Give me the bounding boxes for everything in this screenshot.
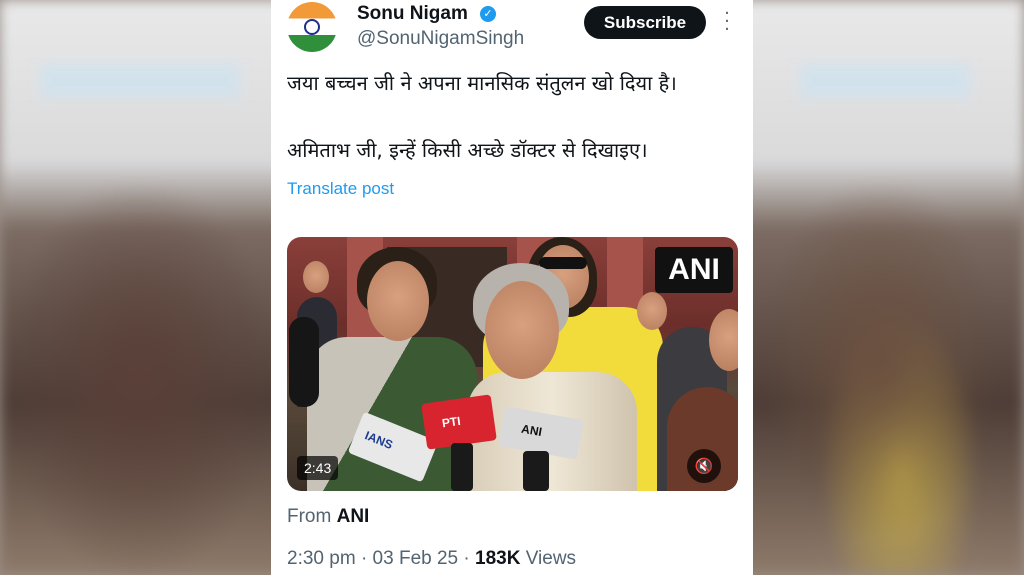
video-source: From ANI xyxy=(287,506,369,528)
video-person-head xyxy=(637,292,667,330)
avatar[interactable] xyxy=(287,2,337,52)
views-count[interactable]: 183K xyxy=(475,548,520,569)
ellipsis-vertical-icon[interactable]: · · · xyxy=(723,5,731,39)
video-person-head xyxy=(485,281,559,379)
blurred-band-right xyxy=(800,64,970,98)
post-meta: 2:30 pm · 03 Feb 25 · 183K Views xyxy=(287,548,576,570)
source-name-link[interactable]: ANI xyxy=(337,506,370,527)
blurred-band-left xyxy=(40,64,240,98)
microphone-handle xyxy=(523,451,549,491)
source-prefix: From xyxy=(287,506,332,527)
meta-separator: · xyxy=(463,548,470,569)
author-handle[interactable]: @SonuNigamSingh xyxy=(357,28,524,50)
microphone-pti: PTI xyxy=(421,394,497,450)
sunglasses-icon xyxy=(539,257,587,269)
mic-label: PTI xyxy=(441,413,462,431)
tweet-text-line-2: अमिताभ जी, इन्हें किसी अच्छे डॉक्टर से द… xyxy=(287,138,648,162)
meta-separator: · xyxy=(360,548,368,569)
post-time[interactable]: 2:30 pm xyxy=(287,548,356,569)
verified-badge-icon: ✓ xyxy=(480,6,496,22)
video-player[interactable]: IANS PTI ANI ANI 2:43 🔇 xyxy=(287,237,738,491)
mic-label: ANI xyxy=(520,421,544,440)
microphone-handle xyxy=(451,443,473,491)
author-name[interactable]: Sonu Nigam xyxy=(357,3,468,25)
microphone-black xyxy=(289,317,319,407)
ani-watermark-logo: ANI xyxy=(655,247,733,293)
flag-chakra-icon xyxy=(304,19,320,35)
translate-post-link[interactable]: Translate post xyxy=(287,179,394,199)
mic-label: IANS xyxy=(362,428,395,453)
tweet-card: Sonu Nigam ✓ @SonuNigamSingh Subscribe ·… xyxy=(271,0,753,575)
video-person-head xyxy=(303,261,329,293)
subscribe-button[interactable]: Subscribe xyxy=(584,6,706,39)
video-person-head xyxy=(367,261,429,341)
post-date[interactable]: 03 Feb 25 xyxy=(373,548,459,569)
tweet-text-line-1: जया बच्चन जी ने अपना मानसिक संतुलन खो दि… xyxy=(287,71,677,95)
speaker-muted-icon[interactable]: 🔇 xyxy=(687,449,721,483)
video-duration: 2:43 xyxy=(297,456,339,480)
views-label: Views xyxy=(525,548,577,569)
